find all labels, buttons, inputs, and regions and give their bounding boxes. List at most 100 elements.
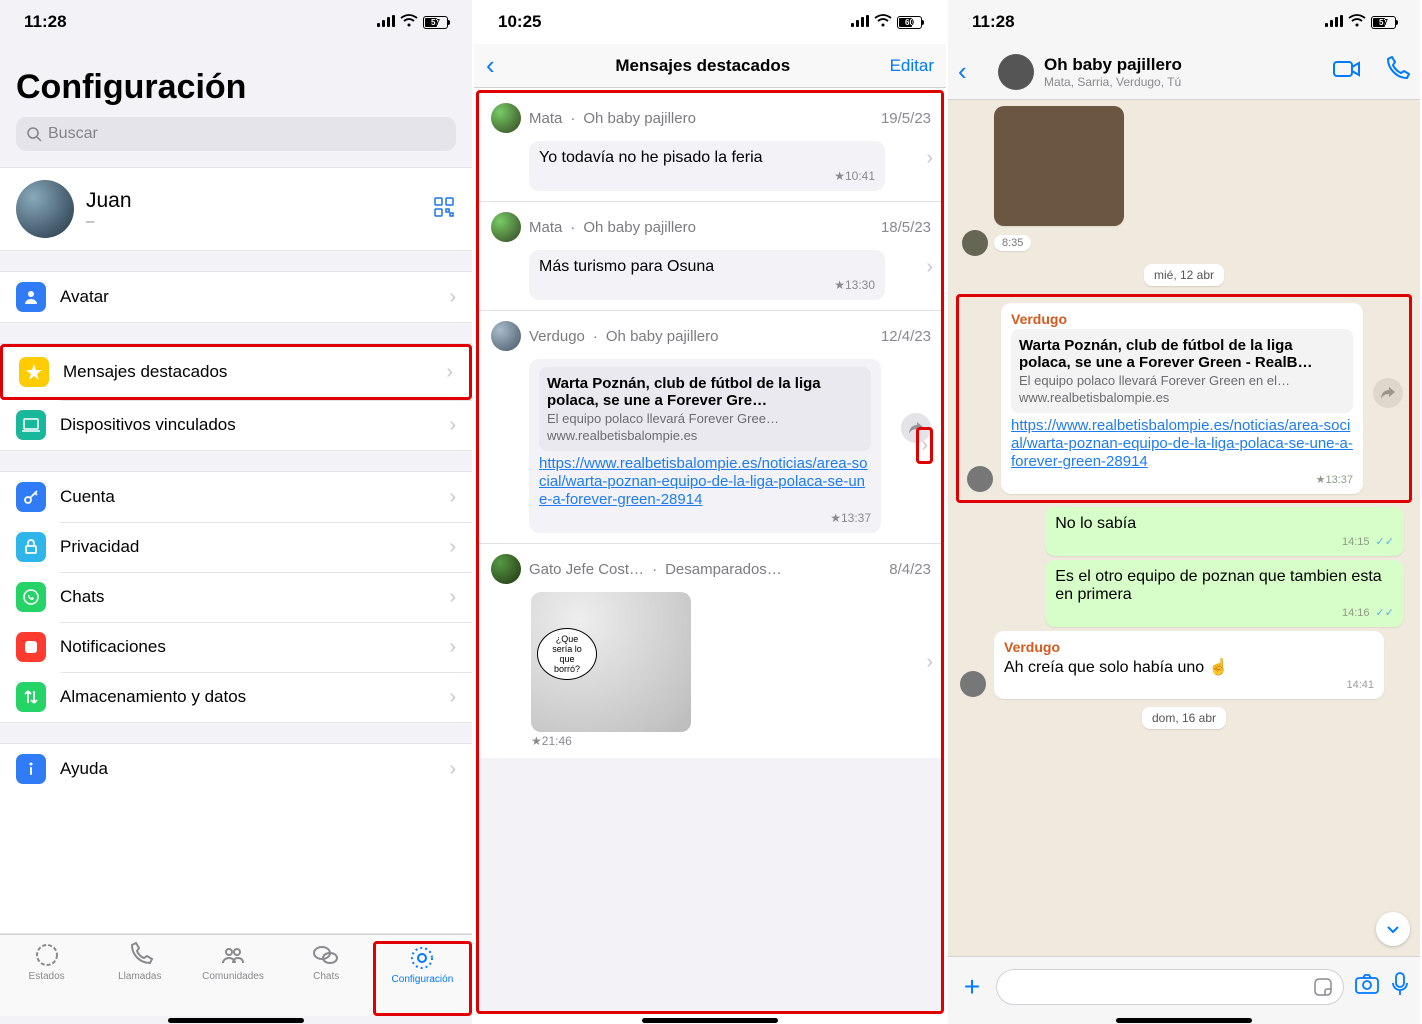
chat-screen: 11:28 57 ‹ Oh baby pajillero Mata, Sarri…: [948, 0, 1422, 1024]
avatar-row[interactable]: Avatar ›: [0, 272, 472, 322]
row-label: Cuenta: [60, 487, 435, 507]
sender-name: Gato Jefe Cost…: [529, 561, 644, 578]
voice-call-button[interactable]: [1384, 56, 1410, 87]
chevron-right-icon: ›: [916, 427, 933, 464]
link-preview[interactable]: Warta Poznán, club de fútbol de la liga …: [539, 367, 871, 451]
phone-icon: [126, 941, 154, 969]
preview-subtitle: El equipo polaco llevará Forever Green e…: [1019, 373, 1345, 388]
status-bar: 11:28 57: [0, 0, 472, 44]
chat-members: Mata, Sarria, Verdugo, Tú: [1044, 75, 1322, 89]
message-input[interactable]: [996, 969, 1344, 1005]
privacy-row[interactable]: Privacidad ›: [0, 522, 472, 572]
chevron-right-icon: ›: [449, 686, 456, 709]
help-row[interactable]: Ayuda ›: [0, 744, 472, 794]
chevron-right-icon: ›: [926, 651, 933, 674]
starred-item[interactable]: Mata · Oh baby pajillero 18/5/23 Más tur…: [479, 201, 941, 310]
message-bubble: Más turismo para Osuna ★13:30: [529, 250, 885, 300]
message-time: ★21:46: [531, 734, 931, 748]
starred-item[interactable]: Gato Jefe Cost… · Desamparados… 8/4/23 ¿…: [479, 543, 941, 758]
video-call-button[interactable]: [1332, 58, 1362, 85]
row-label: Ayuda: [60, 759, 435, 779]
linked-devices-row[interactable]: Dispositivos vinculados ›: [0, 400, 472, 450]
preview-domain: www.realbetisbalompie.es: [1019, 390, 1345, 405]
chat-title[interactable]: Oh baby pajillero Mata, Sarria, Verdugo,…: [1044, 55, 1322, 89]
back-button[interactable]: ‹: [958, 56, 988, 87]
starred-item[interactable]: Mata · Oh baby pajillero 19/5/23 Yo toda…: [479, 93, 941, 201]
sender-avatar: [491, 554, 521, 584]
profile-row[interactable]: Juan –: [0, 168, 472, 250]
qr-icon[interactable]: [432, 195, 456, 224]
sender-avatar: [967, 466, 993, 492]
incoming-message[interactable]: Verdugo Ah creía que solo había uno ☝️ 1…: [994, 631, 1384, 699]
link-preview[interactable]: Warta Poznán, club de fútbol de la liga …: [1011, 329, 1353, 413]
search-input[interactable]: Buscar: [16, 117, 456, 151]
date-separator: mié, 12 abr: [1144, 264, 1224, 286]
notifications-row[interactable]: Notificaciones ›: [0, 622, 472, 672]
message-text: Es el otro equipo de poznan que tambien …: [1055, 568, 1381, 603]
message-link[interactable]: https://www.realbetisbalompie.es/noticia…: [539, 455, 868, 508]
chevron-right-icon: ›: [926, 147, 933, 170]
message-date: 8/4/23: [889, 561, 931, 578]
row-label: Mensajes destacados: [63, 362, 432, 382]
edit-button[interactable]: Editar: [890, 56, 934, 76]
row-label: Dispositivos vinculados: [60, 415, 435, 435]
message-link[interactable]: https://www.realbetisbalompie.es/noticia…: [1011, 417, 1353, 470]
message-text: Ah creía que solo había uno ☝️: [1004, 659, 1229, 676]
whatsapp-icon: [16, 582, 46, 612]
sticker-icon[interactable]: [1313, 977, 1333, 1002]
back-button[interactable]: ‹: [486, 50, 516, 81]
group-name: Oh baby pajillero: [583, 219, 696, 236]
chevron-right-icon: ›: [449, 414, 456, 437]
sender-avatar: [491, 103, 521, 133]
starred-item[interactable]: Verdugo · Oh baby pajillero 12/4/23 Wart…: [479, 310, 941, 543]
attach-button[interactable]: +: [958, 971, 986, 1003]
chat-body[interactable]: 8:35 mié, 12 abr Verdugo Warta Poznán, c…: [948, 100, 1420, 956]
chats-row[interactable]: Chats ›: [0, 572, 472, 622]
message-time: ★13:37: [1011, 473, 1353, 486]
message-time: ★13:37: [539, 511, 871, 525]
sender-name: Verdugo: [1011, 311, 1353, 327]
message-text: Yo todavía no he pisado la feria: [539, 149, 875, 167]
tab-status[interactable]: Estados: [0, 941, 93, 1016]
share-icon[interactable]: [1373, 378, 1403, 408]
incoming-message[interactable]: Verdugo Warta Poznán, club de fútbol de …: [1001, 303, 1363, 494]
account-row[interactable]: Cuenta ›: [0, 472, 472, 522]
profile-name: Juan: [86, 189, 420, 213]
scroll-down-button[interactable]: [1376, 912, 1410, 946]
group-avatar[interactable]: [998, 54, 1034, 90]
clock: 11:28: [972, 12, 1015, 32]
mic-button[interactable]: [1390, 971, 1410, 1002]
highlighted-message: Verdugo Warta Poznán, club de fútbol de …: [956, 294, 1412, 503]
chevron-right-icon: ›: [449, 758, 456, 781]
message-time: 14:41: [1004, 679, 1374, 691]
wifi-icon: [1348, 12, 1366, 32]
tab-communities[interactable]: Comunidades: [186, 941, 279, 1016]
image-message[interactable]: [994, 106, 1124, 226]
starred-messages-row[interactable]: Mensajes destacados ›: [0, 344, 472, 400]
chevron-right-icon: ›: [449, 586, 456, 609]
chat-name: Oh baby pajillero: [1044, 55, 1322, 75]
input-bar: +: [948, 956, 1420, 1016]
settings-screen: 11:28 57 Configuración Buscar Juan –: [0, 0, 474, 1024]
outgoing-message[interactable]: No lo sabía 14:15 ✓✓: [1045, 507, 1404, 556]
star-icon: [19, 357, 49, 387]
cellular-icon: [377, 12, 395, 32]
tab-calls[interactable]: Llamadas: [93, 941, 186, 1016]
clock: 11:28: [24, 12, 67, 32]
tab-settings[interactable]: Configuración: [373, 941, 472, 1016]
message-date: 18/5/23: [881, 219, 931, 236]
cellular-icon: [851, 12, 869, 32]
battery-icon: 60: [897, 16, 922, 29]
nav-bar: ‹ Mensajes destacados Editar: [474, 44, 946, 88]
camera-button[interactable]: [1354, 973, 1380, 1000]
tab-chats[interactable]: Chats: [280, 941, 373, 1016]
starred-screen: 10:25 60 ‹ Mensajes destacados Editar Ma…: [474, 0, 948, 1024]
avatar-icon: [16, 282, 46, 312]
storage-row[interactable]: Almacenamiento y datos ›: [0, 672, 472, 722]
sender-avatar: [491, 212, 521, 242]
message-bubble: Yo todavía no he pisado la feria ★10:41: [529, 141, 885, 191]
sticker-caption: ¿Que sería lo que borró?: [537, 628, 597, 680]
outgoing-message[interactable]: Es el otro equipo de poznan que tambien …: [1045, 560, 1404, 627]
chevron-right-icon: ›: [449, 636, 456, 659]
search-icon: [26, 126, 42, 142]
